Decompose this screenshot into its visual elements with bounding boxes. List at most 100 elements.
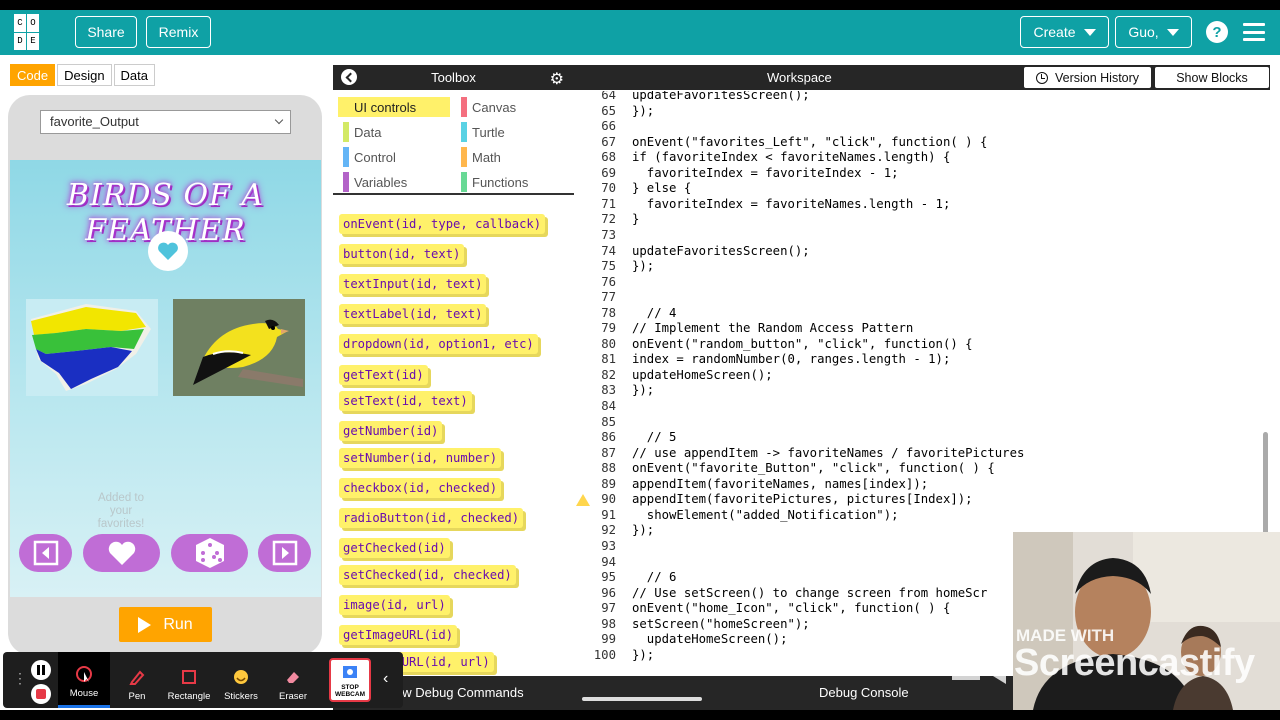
- chevron-left-icon[interactable]: ‹: [383, 670, 388, 688]
- code-line[interactable]: 86 // 5: [575, 430, 1265, 446]
- code-block[interactable]: radioButton(id, checked): [339, 508, 524, 528]
- code-block[interactable]: checkbox(id, checked): [339, 478, 502, 498]
- code-line[interactable]: 71 favoriteIndex = favoriteNames.length …: [575, 197, 1265, 213]
- code-line[interactable]: 87 // use appendItem -> favoriteNames / f…: [575, 446, 1265, 462]
- code-block[interactable]: textInput(id, text): [339, 274, 487, 294]
- code-block[interactable]: getText(id): [339, 365, 428, 385]
- logo-letter: O: [27, 14, 39, 32]
- code-line[interactable]: 77: [575, 290, 1265, 306]
- code-line[interactable]: 91 showElement("added_Notification");: [575, 508, 1265, 524]
- debug-console-toggle[interactable]: Debug Console: [819, 685, 909, 700]
- code-logo[interactable]: C O D E: [14, 14, 52, 50]
- code-line[interactable]: 84: [575, 399, 1265, 415]
- drag-handle-icon[interactable]: ⋮: [13, 670, 27, 687]
- tool-mouse[interactable]: Mouse: [58, 652, 110, 708]
- code-line[interactable]: 70} else {: [575, 181, 1265, 197]
- remix-button[interactable]: Remix: [146, 16, 211, 48]
- user-menu-button[interactable]: Guo,: [1115, 16, 1192, 48]
- line-number: 87: [601, 445, 616, 460]
- code-block[interactable]: onEvent(id, type, callback): [339, 214, 546, 234]
- code-line[interactable]: 81 index = randomNumber(0, ranges.length …: [575, 352, 1265, 368]
- code-line[interactable]: 83});: [575, 383, 1265, 399]
- code-line[interactable]: 64 updateFavoritesScreen();: [575, 91, 1265, 104]
- code-text: } else {: [632, 181, 692, 196]
- rectangle-icon: [182, 670, 196, 684]
- version-history-button[interactable]: Version History: [1024, 67, 1151, 88]
- code-text: onEvent("random_button", "click", functi…: [632, 336, 973, 351]
- debug-commands-toggle[interactable]: ow Debug Commands: [395, 685, 524, 700]
- stop-webcam-button[interactable]: STOP WEBCAM: [329, 658, 371, 702]
- category-control[interactable]: Control: [338, 147, 396, 167]
- code-line[interactable]: 85: [575, 415, 1265, 431]
- code-line[interactable]: 90 appendItem(favoritePictures, pictures[…: [575, 492, 1265, 508]
- category-math[interactable]: Math: [456, 147, 501, 167]
- line-number: 100: [593, 647, 616, 662]
- stop-record-icon[interactable]: [31, 684, 51, 704]
- pause-icon[interactable]: [31, 660, 51, 680]
- code-block[interactable]: dropdown(id, option1, etc): [339, 334, 538, 354]
- code-line[interactable]: 76: [575, 275, 1265, 291]
- code-line[interactable]: 82 updateHomeScreen();: [575, 368, 1265, 384]
- code-line[interactable]: 66: [575, 119, 1265, 135]
- code-line[interactable]: 89 appendItem(favoriteNames, names[index]…: [575, 477, 1265, 493]
- speed-slider[interactable]: [582, 697, 702, 701]
- dice-icon: [195, 538, 224, 568]
- share-button[interactable]: Share: [75, 16, 137, 48]
- tab-code[interactable]: Code: [10, 64, 56, 86]
- code-line[interactable]: 88 onEvent("favorite_Button", "click", fu…: [575, 461, 1265, 477]
- favorite-button[interactable]: [83, 534, 160, 572]
- random-button[interactable]: [171, 534, 248, 572]
- tab-data[interactable]: Data: [113, 64, 156, 86]
- help-icon[interactable]: ?: [1206, 21, 1228, 43]
- code-line[interactable]: 74 updateFavoritesScreen();: [575, 244, 1265, 260]
- code-block[interactable]: getImageURL(id): [339, 625, 458, 645]
- tool-stickers[interactable]: Stickers: [215, 652, 267, 708]
- warning-icon[interactable]: [576, 494, 590, 507]
- chevron-down-icon: [1083, 28, 1096, 36]
- category-ui-controls[interactable]: UI controls: [338, 97, 450, 117]
- code-line[interactable]: 67 onEvent("favorites_Left", "click", fun…: [575, 135, 1265, 151]
- tab-design[interactable]: Design: [57, 64, 112, 86]
- gear-icon[interactable]: ⚙: [550, 69, 564, 89]
- hamburger-menu-icon[interactable]: [1243, 23, 1265, 41]
- code-line[interactable]: 68 if (favoriteIndex < favoriteNames.leng…: [575, 150, 1265, 166]
- line-number: 76: [601, 274, 616, 289]
- prev-button[interactable]: [19, 534, 72, 572]
- next-button[interactable]: [258, 534, 311, 572]
- code-line[interactable]: 69 favoriteIndex = favoriteIndex - 1;: [575, 166, 1265, 182]
- run-button[interactable]: Run: [119, 607, 212, 642]
- tool-rectangle[interactable]: Rectangle: [163, 652, 215, 708]
- editor-scrollbar[interactable]: [1263, 432, 1268, 542]
- code-text: index = randomNumber(0, ranges.length - …: [632, 352, 951, 367]
- collapse-toolbox-icon[interactable]: [341, 69, 357, 85]
- code-block[interactable]: getChecked(id): [339, 538, 450, 558]
- category-canvas[interactable]: Canvas: [456, 97, 516, 117]
- code-line[interactable]: 75});: [575, 259, 1265, 275]
- code-line[interactable]: 73: [575, 228, 1265, 244]
- code-block[interactable]: image(id, url): [339, 595, 450, 615]
- code-block[interactable]: setChecked(id, checked): [339, 565, 516, 585]
- favorites-heart-button[interactable]: [148, 231, 188, 271]
- category-data[interactable]: Data: [338, 122, 381, 142]
- code-block[interactable]: getNumber(id): [339, 421, 443, 441]
- category-turtle[interactable]: Turtle: [456, 122, 505, 142]
- code-line[interactable]: 80 onEvent("random_button", "click", func…: [575, 337, 1265, 353]
- code-block[interactable]: textLabel(id, text): [339, 304, 487, 324]
- category-functions[interactable]: Functions: [456, 172, 528, 192]
- code-block[interactable]: button(id, text): [339, 244, 465, 264]
- code-block[interactable]: setNumber(id, number): [339, 448, 502, 468]
- screen-select[interactable]: favorite_Output: [40, 110, 291, 134]
- create-button[interactable]: Create: [1020, 16, 1109, 48]
- code-line[interactable]: 72}: [575, 212, 1265, 228]
- line-number: 64: [601, 91, 616, 102]
- tool-pen[interactable]: Pen: [111, 652, 163, 708]
- show-blocks-button[interactable]: Show Blocks: [1155, 67, 1269, 88]
- category-variables[interactable]: Variables: [338, 172, 407, 192]
- code-block[interactable]: setText(id, text): [339, 391, 472, 411]
- line-number: 77: [601, 290, 616, 305]
- line-number: 67: [601, 134, 616, 149]
- code-line[interactable]: 78 // 4: [575, 306, 1265, 322]
- code-line[interactable]: 79 // Implement the Random Access Pattern: [575, 321, 1265, 337]
- tool-eraser[interactable]: Eraser: [267, 652, 319, 708]
- code-line[interactable]: 65});: [575, 104, 1265, 120]
